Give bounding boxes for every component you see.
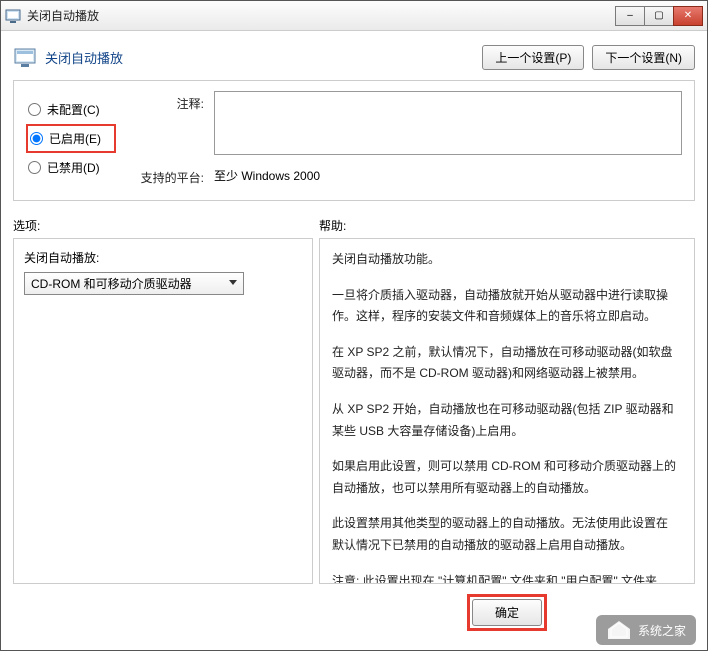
bottom-bar: 确定 取消 应用(A) bbox=[13, 584, 695, 641]
ok-button[interactable]: 确定 bbox=[472, 599, 542, 626]
header-row: 关闭自动播放 上一个设置(P) 下一个设置(N) bbox=[13, 41, 695, 80]
help-p2: 一旦将介质插入驱动器，自动播放就开始从驱动器中进行读取操作。这样，程序的安装文件… bbox=[332, 285, 678, 328]
ok-highlight: 确定 bbox=[467, 594, 547, 631]
help-p6: 此设置禁用其他类型的驱动器上的自动播放。无法使用此设置在默认情况下已禁用的自动播… bbox=[332, 513, 678, 556]
help-header: 帮助: bbox=[313, 217, 695, 234]
gpo-icon bbox=[5, 8, 21, 24]
help-panel[interactable]: 关闭自动播放功能。 一旦将介质插入驱动器，自动播放就开始从驱动器中进行读取操作。… bbox=[319, 238, 695, 584]
autoplay-off-select[interactable]: CD-ROM 和可移动介质驱动器 bbox=[24, 272, 244, 295]
radio-enabled[interactable]: 已启用(E) bbox=[26, 124, 116, 153]
page-title: 关闭自动播放 bbox=[45, 48, 482, 67]
radio-disabled-input[interactable] bbox=[28, 161, 41, 174]
platform-label: 支持的平台: bbox=[134, 165, 204, 186]
split-area: 关闭自动播放: CD-ROM 和可移动介质驱动器 关闭自动播放功能。 一旦将介质… bbox=[13, 238, 695, 584]
radio-not-configured[interactable]: 未配置(C) bbox=[26, 95, 116, 124]
nav-buttons: 上一个设置(P) 下一个设置(N) bbox=[482, 45, 695, 70]
prev-setting-button[interactable]: 上一个设置(P) bbox=[482, 45, 584, 70]
close-icon: ✕ bbox=[684, 10, 692, 21]
help-p7: 注意: 此设置出现在 "计算机配置" 文件夹和 "用户配置" 文件夹中。如果两个… bbox=[332, 571, 678, 584]
house-shield-icon bbox=[606, 619, 632, 641]
close-button[interactable]: ✕ bbox=[673, 6, 703, 26]
minimize-button[interactable]: – bbox=[615, 6, 645, 26]
watermark: 系统之家 bbox=[596, 615, 696, 645]
comment-label: 注释: bbox=[134, 91, 204, 112]
help-p4: 从 XP SP2 开始，自动播放也在可移动驱动器(包括 ZIP 驱动器和某些 U… bbox=[332, 399, 678, 442]
state-radios: 未配置(C) 已启用(E) 已禁用(D) bbox=[26, 91, 116, 186]
radio-disabled[interactable]: 已禁用(D) bbox=[26, 153, 116, 182]
platform-row: 支持的平台: 至少 Windows 2000 bbox=[134, 165, 682, 186]
options-field-label: 关闭自动播放: bbox=[24, 249, 302, 266]
help-p1: 关闭自动播放功能。 bbox=[332, 249, 678, 271]
watermark-text: 系统之家 bbox=[638, 622, 686, 639]
comment-row: 注释: bbox=[134, 91, 682, 155]
radio-not-configured-label: 未配置(C) bbox=[47, 101, 100, 118]
autoplay-off-select-value: CD-ROM 和可移动介质驱动器 bbox=[31, 277, 192, 291]
help-p5: 如果启用此设置，则可以禁用 CD-ROM 和可移动介质驱动器上的自动播放，也可以… bbox=[332, 456, 678, 499]
titlebar: 关闭自动播放 – ▢ ✕ bbox=[1, 1, 707, 31]
help-p3: 在 XP SP2 之前，默认情况下，自动播放在可移动驱动器(如软盘驱动器，而不是… bbox=[332, 342, 678, 385]
platform-value: 至少 Windows 2000 bbox=[214, 165, 320, 184]
comment-textarea[interactable] bbox=[214, 91, 682, 155]
maximize-button[interactable]: ▢ bbox=[644, 6, 674, 26]
split-labels: 选项: 帮助: bbox=[13, 217, 695, 234]
radio-enabled-input[interactable] bbox=[30, 132, 43, 145]
next-setting-button[interactable]: 下一个设置(N) bbox=[592, 45, 695, 70]
policy-icon bbox=[13, 46, 37, 70]
radio-disabled-label: 已禁用(D) bbox=[47, 159, 100, 176]
maximize-icon: ▢ bbox=[654, 10, 663, 21]
window-controls: – ▢ ✕ bbox=[616, 6, 703, 26]
options-header: 选项: bbox=[13, 217, 313, 234]
radio-not-configured-input[interactable] bbox=[28, 103, 41, 116]
minimize-icon: – bbox=[627, 10, 633, 21]
top-panel: 未配置(C) 已启用(E) 已禁用(D) 注释: 支持的平台: bbox=[13, 80, 695, 201]
radio-enabled-label: 已启用(E) bbox=[49, 130, 101, 147]
options-panel: 关闭自动播放: CD-ROM 和可移动介质驱动器 bbox=[13, 238, 313, 584]
window-title: 关闭自动播放 bbox=[27, 7, 616, 24]
